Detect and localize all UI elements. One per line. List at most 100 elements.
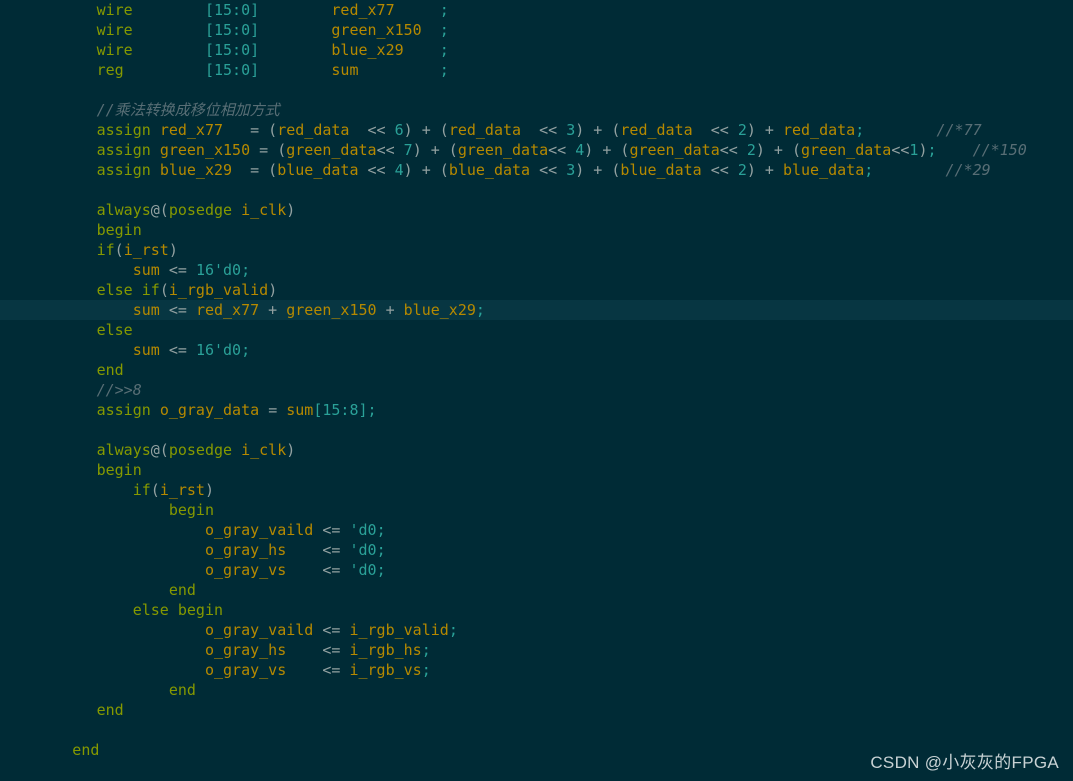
code-line[interactable]: else if(i_rgb_valid) (0, 280, 1073, 300)
code-line[interactable]: //>>8 (0, 380, 1073, 400)
code-line[interactable]: o_gray_vaild <= 'd0; (0, 520, 1073, 540)
code-line-text: sum <= 16'd0; (0, 260, 250, 280)
code-token-cmt: //*77 (936, 121, 982, 139)
code-token-id: blue_data (277, 161, 359, 179)
code-token-punct: ) + ( (755, 141, 802, 159)
code-token-punct: ) (168, 241, 178, 259)
code-line[interactable]: if(i_rst) (0, 480, 1073, 500)
code-token-num: ; (367, 401, 377, 419)
code-token-id: red_x77 (159, 121, 224, 139)
code-line[interactable]: o_gray_vs <= i_rgb_vs; (0, 660, 1073, 680)
code-token-punct: ) (286, 201, 296, 219)
code-line[interactable]: always@(posedge i_clk) (0, 440, 1073, 460)
code-token-num: 6 (394, 121, 404, 139)
code-token-id: o_gray_vaild (204, 521, 314, 539)
code-token-id: i_rgb_valid (168, 281, 269, 299)
code-editor-viewport[interactable]: wire [15:0] red_x77 ; wire [15:0] green_x… (0, 0, 1073, 781)
code-line[interactable]: begin (0, 460, 1073, 480)
code-token-punct: + (376, 301, 404, 319)
code-token-id: i_rgb_valid (349, 621, 449, 639)
code-token-punct: << (891, 141, 910, 159)
code-line[interactable] (0, 180, 1073, 200)
code-token-id: i_rst (123, 241, 169, 259)
code-line-text: else if(i_rgb_valid) (0, 280, 278, 300)
code-line[interactable]: assign o_gray_data = sum[15:8]; (0, 400, 1073, 420)
code-line[interactable]: assign blue_x29 = (blue_data << 4) + (bl… (0, 160, 1073, 180)
code-line-active[interactable]: sum <= red_x77 + green_x150 + blue_x29; (0, 300, 1073, 320)
code-token-id: blue_x29 (159, 161, 233, 179)
code-line[interactable]: end (0, 360, 1073, 380)
code-lines-container[interactable]: wire [15:0] red_x77 ; wire [15:0] green_x… (0, 0, 1073, 760)
code-line[interactable] (0, 720, 1073, 740)
code-token-punct: ) + (746, 161, 783, 179)
code-token-punct: ) + ( (584, 141, 630, 159)
code-line[interactable]: o_gray_hs <= i_rgb_hs; (0, 640, 1073, 660)
code-line[interactable]: reg [15:0] sum ; (0, 60, 1073, 80)
code-token-punct: ) + ( (575, 161, 621, 179)
code-line[interactable]: begin (0, 500, 1073, 520)
code-line-text: //乘法转换成移位相加方式 (0, 100, 280, 120)
code-token-kw: if (96, 241, 115, 259)
code-line-text: sum <= red_x77 + green_x150 + blue_x29; (0, 300, 485, 320)
code-line[interactable]: wire [15:0] blue_x29 ; (0, 40, 1073, 60)
code-token-id: o_gray_data (159, 401, 260, 419)
code-token-num: 2 (737, 121, 747, 139)
csdn-watermark: CSDN @小灰灰的FPGA (870, 753, 1059, 772)
code-line[interactable]: wire [15:0] red_x77 ; (0, 0, 1073, 20)
code-line[interactable]: begin (0, 220, 1073, 240)
code-line[interactable]: else (0, 320, 1073, 340)
code-line-text: end (0, 580, 196, 600)
code-token-id: green_x150 (159, 141, 251, 159)
code-line-text: end (0, 680, 196, 700)
code-line-text: assign red_x77 = (red_data << 6) + (red_… (0, 120, 982, 140)
code-token-num: 'd0 (349, 561, 377, 579)
code-line[interactable]: o_gray_hs <= 'd0; (0, 540, 1073, 560)
code-token-num: 4 (575, 141, 585, 159)
code-line[interactable]: assign red_x77 = (red_data << 6) + (red_… (0, 120, 1073, 140)
code-token-num: ; (376, 521, 386, 539)
code-line-text: begin (0, 220, 142, 240)
code-line[interactable]: o_gray_vaild <= i_rgb_valid; (0, 620, 1073, 640)
code-token-punct: = ( (250, 121, 278, 139)
code-line-text: sum <= 16'd0; (0, 340, 250, 360)
code-line[interactable]: end (0, 580, 1073, 600)
code-token-id: red_data (277, 121, 350, 139)
code-token-id: sum (132, 301, 160, 319)
code-line[interactable]: sum <= 16'd0; (0, 340, 1073, 360)
code-line[interactable]: assign green_x150 = (green_data<< 7) + (… (0, 140, 1073, 160)
code-token-id: i_rgb_hs (349, 641, 422, 659)
code-token-kw: end (168, 681, 196, 699)
code-line[interactable]: o_gray_vs <= 'd0; (0, 560, 1073, 580)
code-token-kw: if (132, 481, 151, 499)
code-line[interactable]: if(i_rst) (0, 240, 1073, 260)
code-line[interactable]: end (0, 700, 1073, 720)
code-token-num: 2 (746, 141, 756, 159)
code-token-kw: always (96, 441, 151, 459)
code-token-punct: ) + ( (403, 121, 449, 139)
code-line[interactable]: else begin (0, 600, 1073, 620)
code-line[interactable]: always@(posedge i_clk) (0, 200, 1073, 220)
code-line[interactable] (0, 420, 1073, 440)
code-line[interactable]: end (0, 680, 1073, 700)
code-token-id: blue_data (448, 161, 531, 179)
code-line[interactable]: //乘法转换成移位相加方式 (0, 100, 1073, 120)
code-token-id: sum (331, 61, 359, 79)
code-line[interactable] (0, 80, 1073, 100)
code-line[interactable]: sum <= 16'd0; (0, 260, 1073, 280)
code-line[interactable]: wire [15:0] green_x150 ; (0, 20, 1073, 40)
code-token-punct: ( (114, 241, 124, 259)
